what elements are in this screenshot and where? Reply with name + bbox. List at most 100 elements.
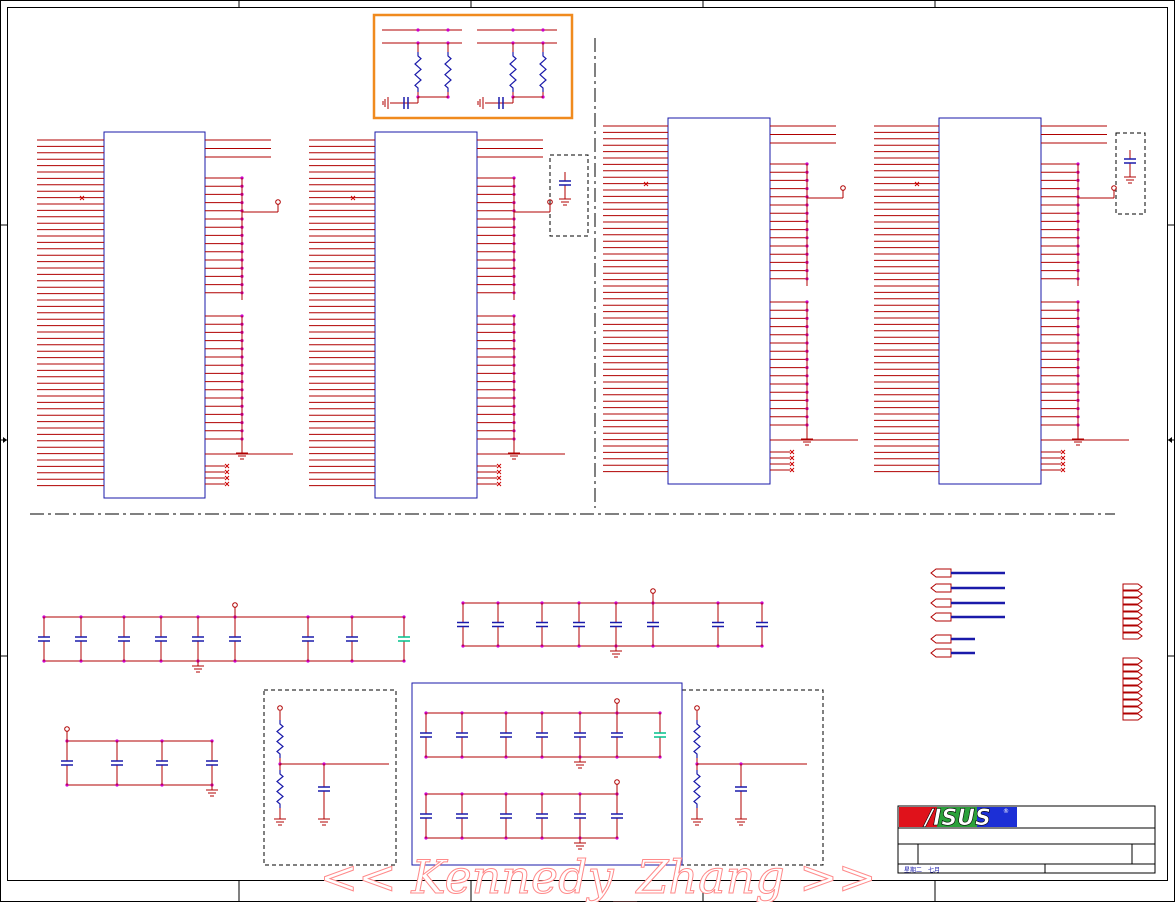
capacitor-icon: [192, 617, 204, 661]
capacitor-icon: [155, 617, 167, 661]
port-connector-icon: [930, 583, 1005, 593]
capacitor-icon: [559, 172, 571, 194]
resistor-icon: [539, 52, 547, 92]
no-connect-icon: [224, 469, 230, 475]
no-connect-icon: [789, 467, 795, 473]
pin-dot: [511, 28, 515, 32]
capacitor-icon: [536, 713, 548, 757]
power-icon: [840, 185, 846, 191]
capacitor-icon: [38, 617, 50, 661]
logo-registered-mark: ®: [1003, 808, 1009, 815]
capacitor-icon: [1124, 150, 1136, 172]
pin-dot: [416, 28, 420, 32]
no-connect-icon: [224, 463, 230, 469]
capacitor-icon: [735, 764, 747, 814]
resistor-icon: [693, 720, 701, 758]
port-connector-icon: [930, 612, 1005, 622]
capacitor-icon: [420, 794, 432, 838]
port-connector-icon: [1122, 685, 1143, 693]
capacitor-icon: [156, 741, 168, 785]
power-icon: [614, 779, 620, 785]
capacitor-icon: [398, 617, 410, 661]
chip-body: [103, 131, 206, 499]
power-icon: [64, 726, 70, 732]
port-connector-icon: [1122, 583, 1143, 591]
port-connector-icon: [1122, 611, 1143, 619]
capacitor-icon: [456, 794, 468, 838]
capacitor-icon: [492, 603, 504, 646]
no-connect-icon: [789, 449, 795, 455]
port-connector-icon: [930, 648, 975, 658]
no-connect-icon: [789, 461, 795, 467]
capacitor-icon: [573, 603, 585, 646]
capacitor-icon: [574, 794, 586, 838]
port-connector-icon: [1122, 678, 1143, 686]
capacitor-icon: [75, 617, 87, 661]
capacitor-icon: [229, 617, 241, 661]
port-connector-icon: [930, 634, 975, 644]
port-connector-icon: [1122, 692, 1143, 700]
capacitor-icon: [654, 713, 666, 757]
power-icon: [275, 199, 281, 205]
sheet-frame: [0, 0, 1175, 902]
capacitor-icon: [611, 713, 623, 757]
port-connector-icon: [930, 598, 1005, 608]
capacitor-icon: [456, 713, 468, 757]
port-connector-icon: [1122, 699, 1143, 707]
no-connect-icon: [224, 481, 230, 487]
ground-icon: [1124, 172, 1136, 184]
ground-icon: [735, 814, 747, 826]
power-icon: [277, 705, 283, 711]
capacitor-icon: [500, 713, 512, 757]
memory-chip: [374, 131, 478, 499]
capacitor-icon: [611, 794, 623, 838]
title-block: /ISUS ® 星期二 七月: [897, 805, 1156, 874]
resistor-icon: [693, 770, 701, 808]
no-connect-icon: [496, 481, 502, 487]
pin-dot: [541, 28, 545, 32]
memory-chip: [103, 131, 206, 499]
no-connect-icon: [496, 475, 502, 481]
port-connector-icon: [1122, 604, 1143, 612]
resistor-icon: [509, 52, 517, 92]
capacitor-icon: [756, 603, 768, 646]
power-icon: [694, 705, 700, 711]
ground-icon: [477, 97, 484, 109]
ground-icon: [574, 838, 586, 850]
no-connect-icon: [1060, 455, 1066, 461]
logo-text: /ISUS: [922, 806, 991, 831]
no-connect-icon: [224, 475, 230, 481]
ground-icon: [574, 757, 586, 769]
ground-icon: [559, 194, 571, 206]
ground-icon: [206, 785, 218, 797]
power-icon: [614, 698, 620, 704]
ground-icon: [382, 97, 389, 109]
memory-chip: [938, 117, 1042, 485]
capacitor-icon: [346, 617, 358, 661]
capacitor-icon: [61, 741, 73, 785]
port-connector-icon: [1122, 597, 1143, 605]
ground-icon: [691, 814, 703, 826]
capacitor-icon: [647, 603, 659, 646]
resistor-icon: [276, 770, 284, 808]
capacitor-icon: [574, 713, 586, 757]
power-icon: [650, 588, 656, 594]
ground-icon: [274, 814, 286, 826]
capacitor-icon: [302, 617, 314, 661]
no-connect-icon: [1060, 467, 1066, 473]
dashed-boxes: [263, 132, 1146, 866]
resistor-icon: [414, 52, 422, 92]
capacitor-icon: [500, 794, 512, 838]
port-connector-icon: [1122, 618, 1143, 626]
port-connector-icon: [1122, 706, 1143, 714]
chip-body: [667, 117, 771, 485]
port-connector-icon: [1122, 625, 1143, 633]
chip-body: [938, 117, 1042, 485]
port-connector-icon: [1122, 713, 1143, 721]
date-label: 星期二: [904, 866, 922, 874]
capacitor-icon: [206, 741, 218, 785]
no-connect-icon: [789, 455, 795, 461]
port-connector-icon: [1122, 590, 1143, 598]
date-value: 七月: [928, 866, 940, 874]
capacitor-icon: [420, 713, 432, 757]
